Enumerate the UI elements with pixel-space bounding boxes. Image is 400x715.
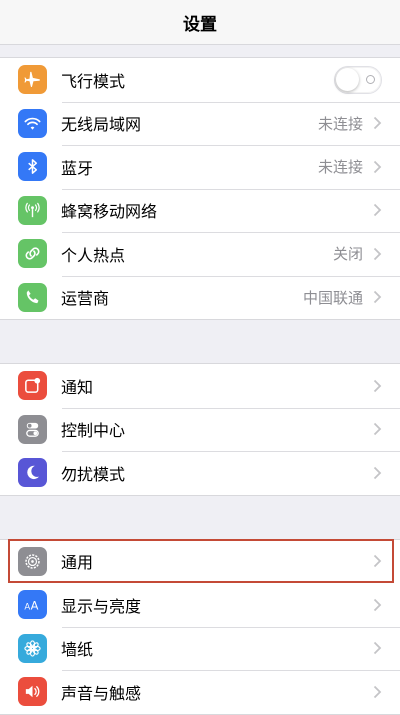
page-title: 设置 (183, 14, 217, 35)
chevron-right-icon (373, 598, 382, 611)
row-general[interactable]: 通用 (0, 540, 400, 584)
airplane-icon (18, 65, 47, 95)
chevron-right-icon (373, 160, 382, 173)
toggle-knob (336, 67, 359, 91)
row-control-center[interactable]: 控制中心 (0, 407, 400, 452)
row-do-not-disturb[interactable]: 勿扰模式 (0, 451, 400, 495)
wifi-icon (18, 108, 47, 138)
chevron-right-icon (373, 423, 382, 436)
row-notifications[interactable]: 通知 (0, 364, 400, 408)
chevron-right-icon (373, 555, 382, 568)
row-carrier[interactable]: 运营商 中国联通 (0, 275, 400, 320)
notifications-label: 通知 (61, 377, 94, 397)
chevron-right-icon (373, 379, 382, 392)
bluetooth-status: 未连接 (317, 158, 363, 177)
row-personal-hotspot[interactable]: 个人热点 关闭 (0, 232, 400, 276)
wifi-label: 无线局域网 (61, 115, 142, 135)
chevron-right-icon (373, 291, 382, 304)
carrier-label: 运营商 (61, 289, 110, 309)
row-display-brightness[interactable]: AA 显示与亮度 (0, 583, 400, 627)
row-wifi[interactable]: 无线局域网 未连接 (0, 101, 400, 146)
control-center-icon (18, 414, 47, 444)
navigation-bar: 设置 (0, 0, 400, 45)
gear-icon (18, 546, 47, 576)
svg-text:A: A (31, 599, 39, 613)
row-sounds-haptics[interactable]: 声音与触感 (0, 670, 400, 714)
row-wallpaper[interactable]: 墙纸 (0, 626, 400, 671)
airplane-mode-label: 飞行模式 (61, 71, 126, 91)
svg-text:A: A (24, 603, 30, 613)
wallpaper-flower-icon (18, 633, 47, 663)
carrier-name: 中国联通 (302, 288, 363, 307)
chevron-right-icon (373, 204, 382, 217)
settings-group-connectivity: 飞行模式 无线局域网 未连接 蓝牙 未连接 蜂窝移动网络 个人热点 关闭 运营商… (0, 57, 400, 320)
bluetooth-label: 蓝牙 (61, 158, 94, 178)
cellular-label: 蜂窝移动网络 (61, 202, 158, 222)
chevron-right-icon (373, 247, 382, 260)
chevron-right-icon (373, 642, 382, 655)
row-bluetooth[interactable]: 蓝牙 未连接 (0, 145, 400, 189)
personal-hotspot-label: 个人热点 (61, 245, 126, 265)
text-size-icon: AA (18, 590, 47, 620)
speaker-icon (18, 677, 47, 707)
airplane-mode-toggle[interactable] (334, 65, 382, 94)
chevron-right-icon (373, 117, 382, 130)
control-center-label: 控制中心 (61, 421, 126, 441)
phone-icon (18, 282, 47, 312)
chevron-right-icon (373, 466, 382, 479)
personal-hotspot-status: 关闭 (332, 245, 363, 264)
moon-icon (18, 458, 47, 488)
do-not-disturb-label: 勿扰模式 (61, 464, 126, 484)
wallpaper-label: 墙纸 (61, 640, 94, 660)
cellular-antenna-icon (18, 195, 47, 225)
chevron-right-icon (373, 685, 382, 698)
settings-group-general: 通用 AA 显示与亮度 墙纸 声音与触感 (0, 538, 400, 715)
toggle-off-indicator (366, 74, 375, 84)
general-label: 通用 (61, 553, 94, 573)
row-cellular[interactable]: 蜂窝移动网络 (0, 188, 400, 233)
hotspot-link-icon (18, 239, 47, 269)
row-airplane-mode[interactable]: 飞行模式 (0, 58, 400, 102)
bluetooth-icon (18, 152, 47, 182)
display-brightness-label: 显示与亮度 (61, 596, 142, 616)
notifications-icon (18, 371, 47, 401)
settings-group-notifications: 通知 控制中心 勿扰模式 (0, 363, 400, 496)
sounds-haptics-label: 声音与触感 (61, 683, 142, 703)
wifi-status: 未连接 (317, 114, 363, 133)
